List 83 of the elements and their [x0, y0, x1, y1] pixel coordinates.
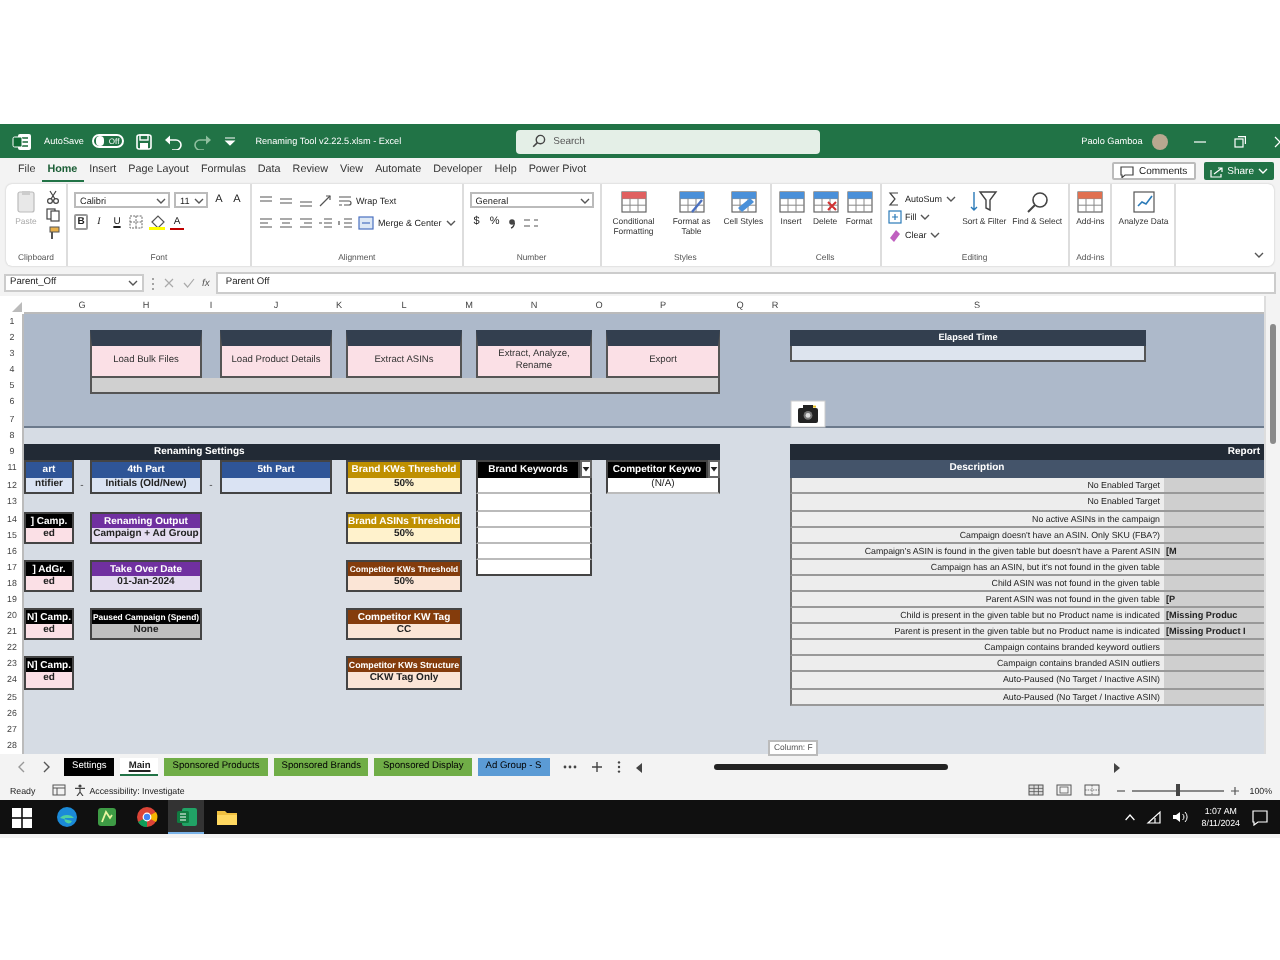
- browser-icon: [55, 805, 77, 827]
- chevron-up-icon[interactable]: [1123, 812, 1136, 822]
- increase-indent-icon[interactable]: [338, 215, 354, 229]
- table-cell: [1164, 478, 1264, 495]
- scroll-right-icon[interactable]: [1111, 761, 1122, 773]
- table-cell: [1164, 656, 1264, 673]
- table-grid-icon: [845, 190, 874, 214]
- funnel-icon: [970, 190, 999, 214]
- page-break-view-icon[interactable]: [1083, 784, 1100, 796]
- notification-icon[interactable]: [1252, 809, 1268, 825]
- table-cell: [1164, 494, 1264, 512]
- check-icon[interactable]: [182, 276, 196, 290]
- folder-icon: [215, 805, 237, 827]
- spreadsheet-app-icon: [12, 131, 32, 151]
- cell-style-icon: [729, 190, 758, 214]
- clipboard-icon: [12, 190, 40, 214]
- taskbar-app-button[interactable]: [168, 800, 204, 834]
- caret-icon: [194, 195, 204, 205]
- keyword-cell[interactable]: [476, 494, 592, 512]
- orientation-icon[interactable]: [318, 193, 334, 207]
- vertical-scrollbar[interactable]: [1264, 296, 1280, 754]
- spreadsheet-app-icon: [175, 805, 197, 827]
- page-layout-view-icon[interactable]: [1055, 784, 1072, 796]
- volume-icon[interactable]: [1171, 810, 1188, 824]
- cut-icon[interactable]: [46, 190, 60, 204]
- macro-recording-icon[interactable]: [51, 784, 66, 796]
- elapsed-time-field[interactable]: [790, 346, 1146, 363]
- table-cell: [1164, 672, 1264, 690]
- start-icon[interactable]: [12, 807, 32, 827]
- delete-cells-icon: [811, 190, 840, 214]
- merge-icon: [358, 215, 374, 229]
- wrap-icon: [338, 193, 352, 207]
- field-value[interactable]: [220, 478, 332, 495]
- splitter-icon[interactable]: [615, 760, 622, 774]
- note-app-icon: [95, 805, 117, 827]
- redo-icon[interactable]: [193, 133, 212, 149]
- sum-icon: [887, 191, 902, 205]
- previous-sheet-icon[interactable]: [16, 760, 28, 774]
- accessibility-icon: [73, 784, 86, 796]
- search-icon: [1023, 190, 1052, 214]
- table-cell: [1164, 640, 1264, 657]
- insert-cells-icon: [777, 190, 806, 214]
- format-painter-icon[interactable]: [46, 226, 60, 240]
- comment-icon: [1120, 165, 1135, 177]
- caret-icon: [156, 195, 166, 205]
- camera-icon[interactable]: [790, 399, 826, 428]
- normal-view-icon[interactable]: [1027, 784, 1044, 796]
- collapse-ribbon-icon[interactable]: [1254, 250, 1266, 260]
- caret-icon: [710, 466, 718, 473]
- save-icon[interactable]: [135, 133, 152, 149]
- caret-icon: [582, 466, 590, 473]
- grid-icon: [1076, 190, 1105, 214]
- network-icon[interactable]: [1145, 810, 1162, 824]
- fill-icon: [887, 209, 902, 223]
- table-grid-icon: [619, 190, 648, 214]
- customize-caret-icon[interactable]: [223, 136, 236, 146]
- eraser-icon: [887, 227, 902, 241]
- undo-icon[interactable]: [163, 133, 182, 149]
- scrollbar-thumb[interactable]: [713, 764, 948, 770]
- caret-icon: [128, 278, 138, 288]
- caret-icon: [1258, 166, 1268, 176]
- fill-color-icon[interactable]: [148, 214, 166, 230]
- zoom-slider-thumb[interactable]: [1175, 784, 1180, 796]
- scrollbar-thumb[interactable]: [1270, 324, 1276, 444]
- next-sheet-icon[interactable]: [40, 760, 52, 774]
- caret-icon: [946, 193, 957, 203]
- share-icon: [1209, 165, 1224, 177]
- avatar-circle[interactable]: [1152, 133, 1169, 149]
- comma-style-icon[interactable]: [505, 215, 518, 229]
- restore-icon[interactable]: [1232, 133, 1249, 149]
- keyword-cell[interactable]: [476, 478, 592, 495]
- browser-icon: [135, 805, 157, 827]
- zoom-in-icon[interactable]: [1229, 785, 1240, 795]
- table-grid-icon: [677, 190, 706, 214]
- copy-icon[interactable]: [46, 208, 60, 222]
- zoom-out-icon[interactable]: [1115, 785, 1126, 795]
- search-icon: [531, 134, 546, 148]
- more-sheets-icon[interactable]: [561, 760, 578, 774]
- caret-icon: [579, 195, 590, 205]
- scroll-left-icon[interactable]: [633, 761, 644, 773]
- chart-icon: [1129, 190, 1158, 214]
- add-sheet-icon[interactable]: [589, 760, 604, 774]
- caret-icon: [445, 217, 456, 227]
